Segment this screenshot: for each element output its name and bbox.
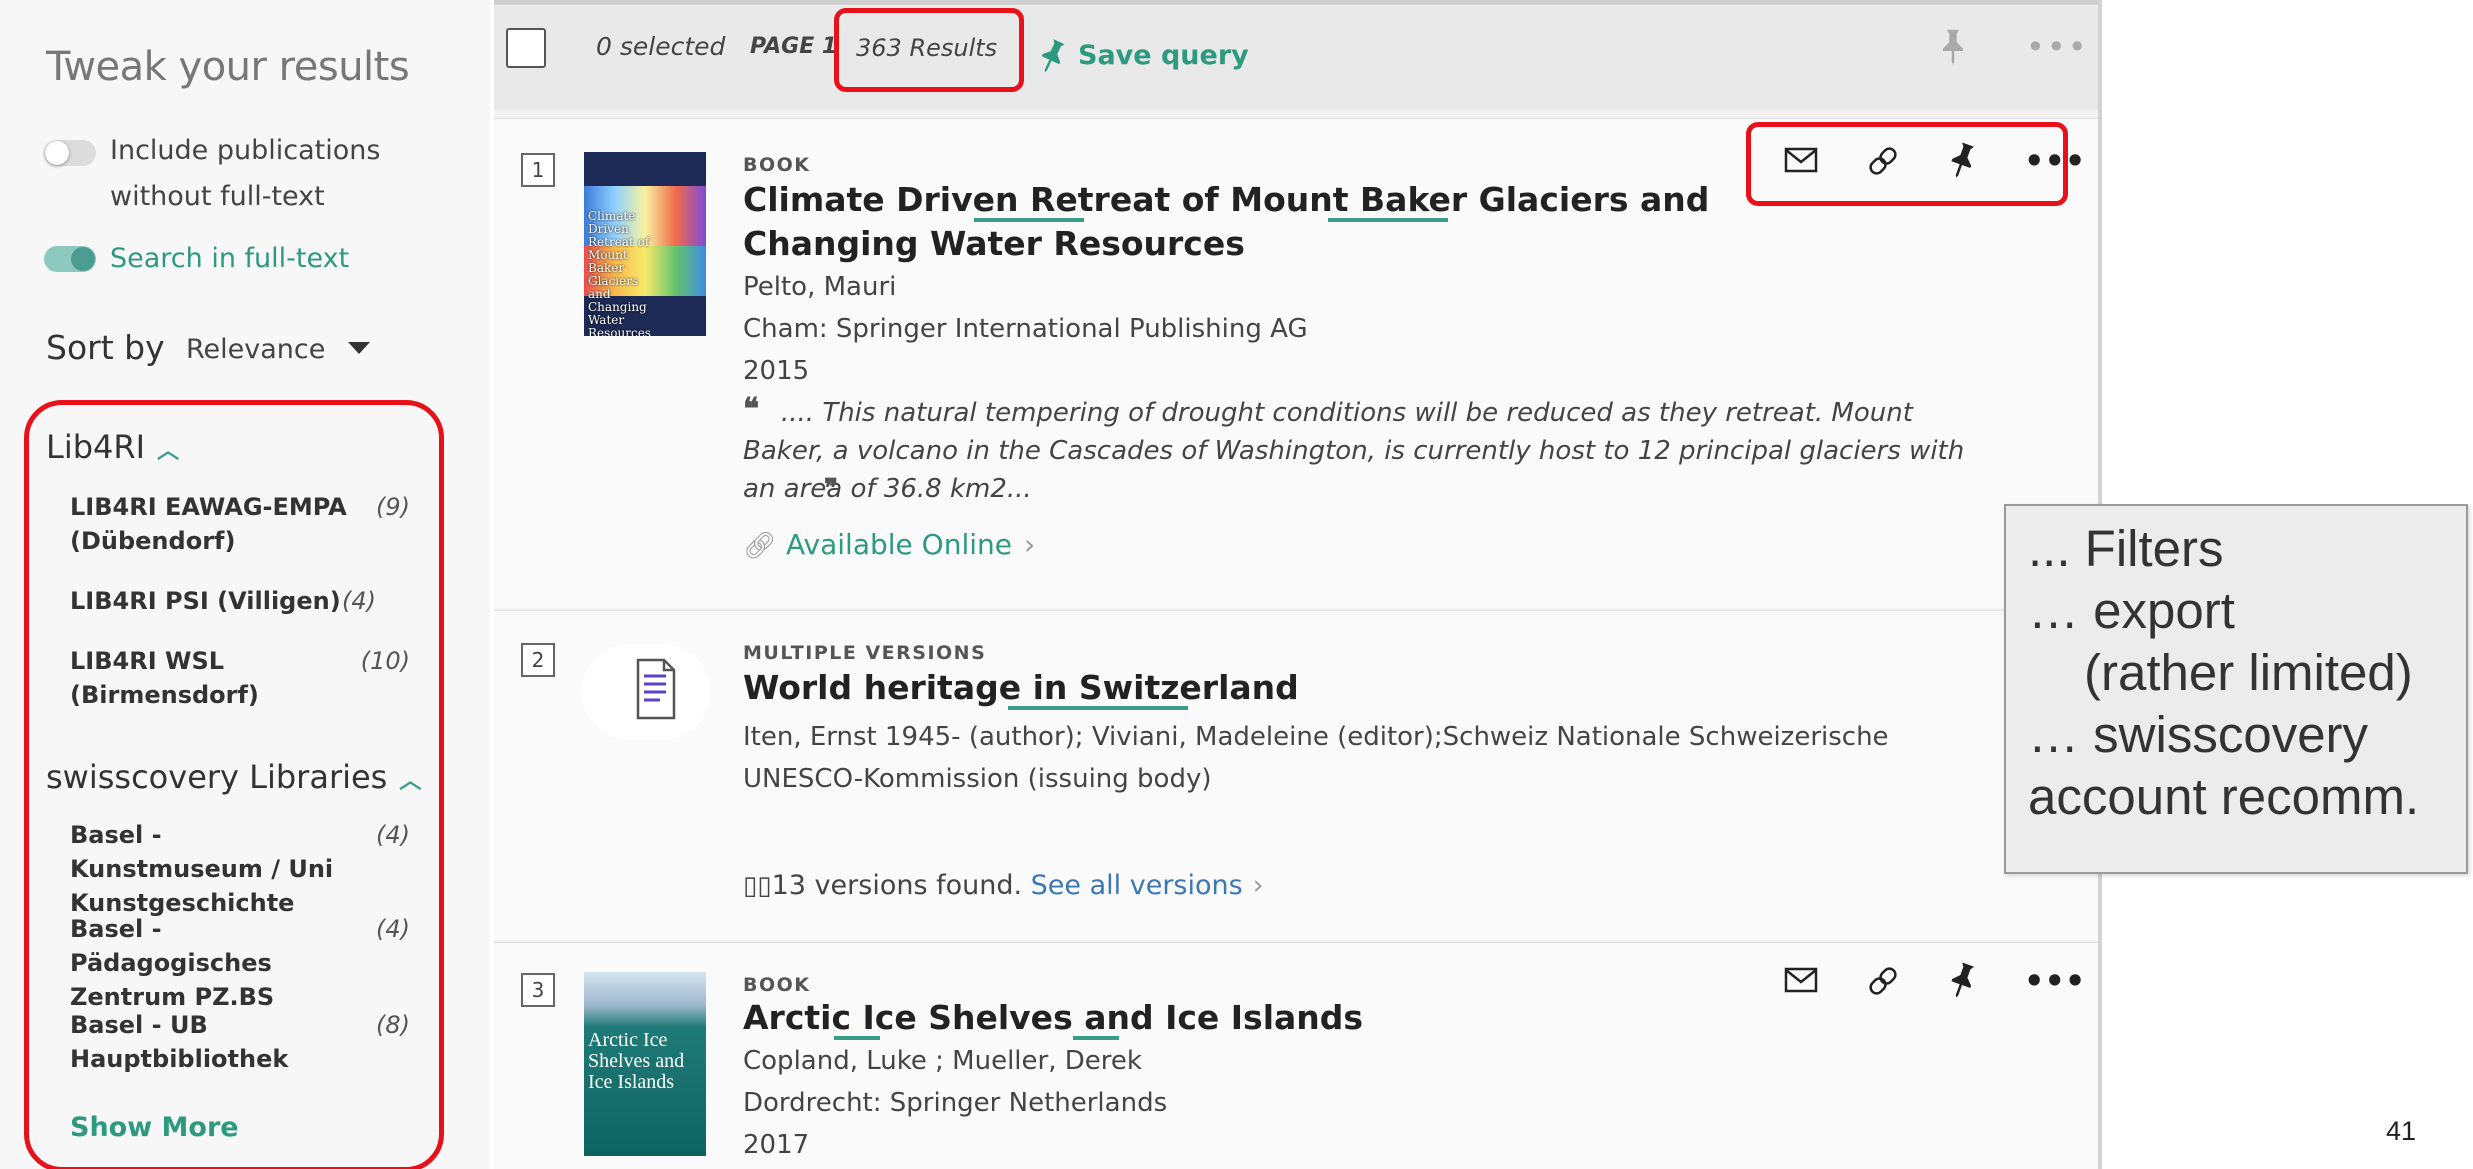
search-in-fulltext-label: Search in full-text bbox=[110, 243, 350, 274]
select-all-checkbox[interactable] bbox=[506, 28, 546, 68]
email-icon[interactable] bbox=[1784, 966, 1818, 998]
annotation-callout: ... Filters … export (rather limited) … … bbox=[2004, 504, 2468, 874]
versions-info: ▯▯13 versions found. See all versions › bbox=[743, 870, 1264, 901]
see-all-versions-link[interactable]: See all versions bbox=[1031, 870, 1243, 901]
result-type: MULTIPLE VERSIONS bbox=[743, 642, 987, 664]
result-year: 2017 bbox=[743, 1130, 810, 1160]
result-authors: Pelto, Mauri bbox=[743, 272, 897, 302]
highlight-underline bbox=[1008, 706, 1188, 710]
annotation-line: (rather limited) bbox=[2084, 644, 2413, 701]
result-title-link[interactable]: Arctic Ice Shelves and Ice Islands bbox=[743, 996, 1783, 1040]
result-number: 2 bbox=[521, 643, 555, 677]
filters-highlight bbox=[24, 400, 444, 1169]
annotation-line: … export bbox=[2028, 582, 2235, 639]
slide-page-number: 41 bbox=[2386, 1116, 2417, 1146]
highlight-underline bbox=[1073, 1036, 1119, 1040]
book-cover-text: Arctic Ice Shelves and Ice Islands bbox=[588, 1029, 685, 1093]
export-actions-highlight bbox=[1746, 122, 2068, 206]
book-cover-text: Climate Driven Retreat of Mount Baker Gl… bbox=[588, 209, 651, 337]
result-title-link[interactable]: Climate Driven Retreat of Mount Baker Gl… bbox=[743, 178, 1753, 266]
result-number: 3 bbox=[521, 973, 555, 1007]
results-top-divider bbox=[494, 0, 2102, 5]
quote-open-icon: ❝ bbox=[743, 392, 760, 427]
document-placeholder-icon[interactable] bbox=[582, 644, 710, 740]
pin-icon[interactable] bbox=[1948, 960, 1978, 1004]
result-card[interactable] bbox=[494, 942, 2098, 1169]
save-query-button[interactable]: Save query bbox=[1078, 40, 1249, 71]
annotation-line: ... Filters bbox=[2028, 520, 2224, 577]
pin-icon[interactable] bbox=[1038, 38, 1068, 82]
include-without-fulltext-label: Include publications without full-text bbox=[110, 135, 381, 212]
result-publisher: Dordrecht: Springer Netherlands bbox=[743, 1088, 1168, 1118]
permalink-icon[interactable] bbox=[1866, 964, 1900, 1002]
highlight-underline bbox=[834, 1036, 880, 1040]
result-number: 1 bbox=[521, 153, 555, 187]
chevron-right-icon: › bbox=[1023, 528, 1036, 561]
versions-count: 13 versions found. bbox=[771, 870, 1023, 901]
selected-count: 0 selected bbox=[596, 32, 726, 61]
available-online-link[interactable]: 🔗︎ Available Online › bbox=[743, 528, 1035, 561]
result-type: BOOK bbox=[743, 154, 811, 176]
quote-close-icon: ❞ bbox=[824, 474, 838, 504]
result-authors: Iten, Ernst 1945- (author); Viviani, Mad… bbox=[743, 722, 1889, 794]
results-toolbar bbox=[494, 6, 2098, 110]
result-title-link[interactable]: World heritage in Switzerland bbox=[743, 666, 1783, 710]
availability-label: Available Online bbox=[786, 528, 1012, 561]
book-cover-image[interactable]: Arctic Ice Shelves and Ice Islands bbox=[584, 972, 706, 1156]
result-publisher: Cham: Springer International Publishing … bbox=[743, 314, 1308, 344]
pin-icon[interactable] bbox=[1938, 26, 1968, 70]
chevron-right-icon: › bbox=[1252, 870, 1264, 901]
chevron-down-icon[interactable] bbox=[348, 342, 370, 354]
more-options-icon[interactable]: ••• bbox=[2026, 28, 2089, 66]
annotation-line: account recomm. bbox=[2028, 768, 2420, 825]
highlight-underline bbox=[1328, 218, 1448, 222]
result-type: BOOK bbox=[743, 974, 811, 996]
results-count-highlight bbox=[834, 8, 1024, 92]
search-in-fulltext-toggle[interactable] bbox=[44, 246, 96, 272]
sort-by-select[interactable]: Relevance bbox=[186, 334, 325, 365]
result-year: 2015 bbox=[743, 356, 810, 386]
highlight-underline bbox=[974, 218, 1084, 222]
include-without-fulltext-toggle[interactable] bbox=[44, 140, 96, 166]
result-authors: Copland, Luke ; Mueller, Derek bbox=[743, 1046, 1142, 1076]
annotation-line: … swisscovery bbox=[2028, 706, 2369, 763]
book-cover-image[interactable]: Climate Driven Retreat of Mount Baker Gl… bbox=[584, 152, 706, 336]
page-indicator: PAGE 1 bbox=[750, 34, 838, 59]
link-icon: 🔗︎ bbox=[743, 531, 777, 561]
sort-by-label: Sort by bbox=[46, 328, 165, 367]
sidebar-title: Tweak your results bbox=[46, 44, 410, 90]
result-snippet: .... This natural tempering of drought c… bbox=[743, 398, 1965, 504]
more-options-icon[interactable]: ••• bbox=[2024, 962, 2085, 1000]
versions-icon: ▯▯ bbox=[743, 871, 772, 901]
